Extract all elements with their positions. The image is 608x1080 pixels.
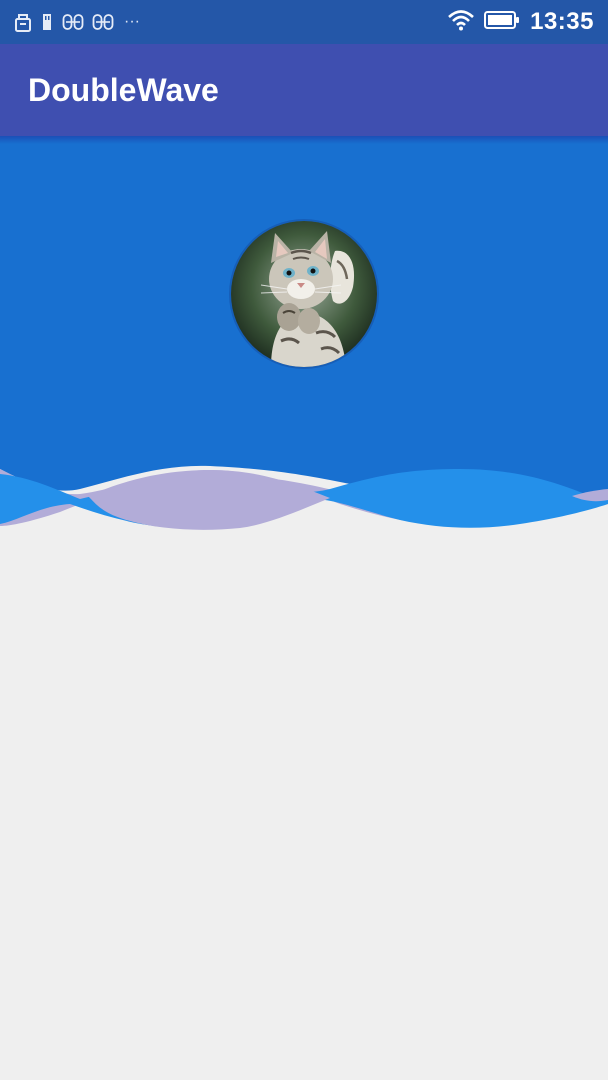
battery-icon (484, 10, 520, 35)
kitten-avatar[interactable] (231, 221, 377, 367)
sd-card-icon (40, 12, 54, 32)
more-notifications-indicator: ··· (124, 13, 140, 30)
wifi-icon (448, 9, 474, 36)
app-bar-divider (0, 136, 608, 144)
status-system: 13:35 (448, 6, 594, 38)
notification-icon (62, 13, 84, 31)
status-notifications: ··· (14, 10, 140, 34)
clock: 13:35 (530, 8, 594, 35)
screen: ··· 13:35 DoubleWave (0, 0, 608, 1080)
app-title: DoubleWave (28, 72, 219, 108)
notification-icon (92, 13, 114, 31)
app-bar: DoubleWave (0, 44, 608, 136)
status-bar: ··· 13:35 (0, 0, 608, 44)
usb-debug-icon (14, 12, 32, 32)
